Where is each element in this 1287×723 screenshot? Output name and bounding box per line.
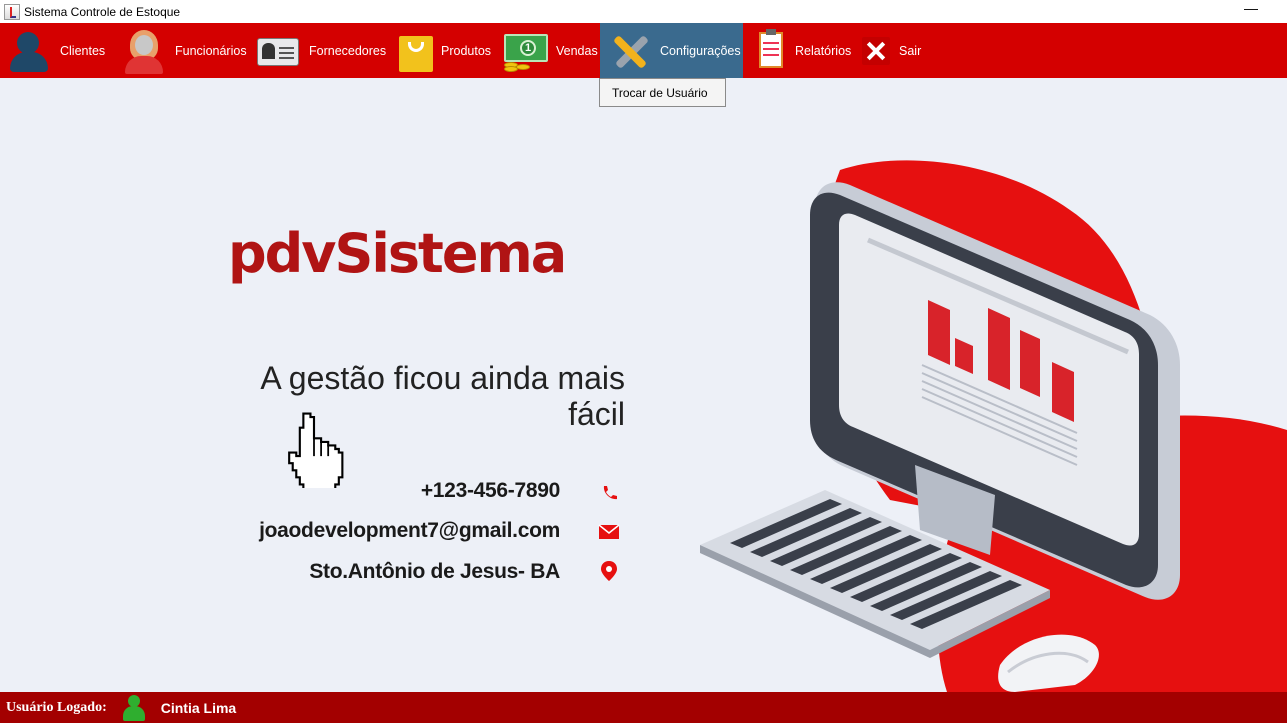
minimize-button[interactable]: — [1241,1,1261,20]
brand-logo: pdvSistema [228,222,567,285]
menu-configuracoes[interactable]: Configurações [600,23,743,78]
user-icon [121,694,147,722]
menu-funcionarios[interactable]: Funcionários [115,23,249,78]
window-title: Sistema Controle de Estoque [24,4,181,19]
menu-configuracoes-label: Configurações [660,43,741,58]
menu-bar: Clientes Funcionários Fornecedores Produ… [0,23,1287,78]
computer-illustration [700,160,1287,692]
money-icon: 1 [502,28,548,74]
person-icon [6,28,52,74]
menu-sair-label: Sair [899,43,922,58]
contact-address: Sto.Antônio de Jesus- BA [309,560,560,583]
tagline-line-2: fácil [568,396,625,432]
menu-sair[interactable]: Sair [847,23,921,78]
report-icon [749,28,795,74]
hand-pointer-icon [288,412,344,488]
mail-icon [598,524,620,539]
menu-fornecedores[interactable]: Fornecedores [249,23,387,78]
status-bar: Usuário Logado: Cintia Lima [0,692,1287,723]
trocar-usuario-label: Trocar de Usuário [612,85,708,100]
logged-user-label: Usuário Logado: [6,699,107,715]
location-pin-icon [601,561,617,581]
menu-produtos-label: Produtos [441,43,492,58]
menu-clientes[interactable]: Clientes [0,23,115,78]
menu-item-trocar-usuario[interactable]: Trocar de Usuário [599,78,726,107]
menu-funcionarios-label: Funcionários [175,43,247,58]
tagline: A gestão ficou ainda mais fácil [150,360,625,432]
woman-icon [121,28,167,74]
contact-email: joaodevelopment7@gmail.com [259,519,560,542]
id-card-icon [255,28,301,74]
menu-relatorios[interactable]: Relatórios [743,23,851,78]
menu-clientes-label: Clientes [60,43,106,58]
menu-produtos[interactable]: Produtos [387,23,496,78]
tools-icon [606,28,652,74]
menu-vendas[interactable]: 1 Vendas [496,23,600,78]
logged-username: Cintia Lima [160,699,237,716]
menu-fornecedores-label: Fornecedores [309,43,387,58]
tagline-line-1: A gestão ficou ainda mais [260,360,625,396]
title-bar: Sistema Controle de Estoque — [0,0,1287,23]
shopping-bag-icon [393,28,439,74]
menu-relatorios-label: Relatórios [795,43,852,58]
menu-vendas-label: Vendas [556,43,598,58]
java-app-icon [4,3,20,20]
close-icon [853,28,899,74]
phone-icon [603,486,617,500]
contact-phone: +123-456-7890 [420,479,560,502]
